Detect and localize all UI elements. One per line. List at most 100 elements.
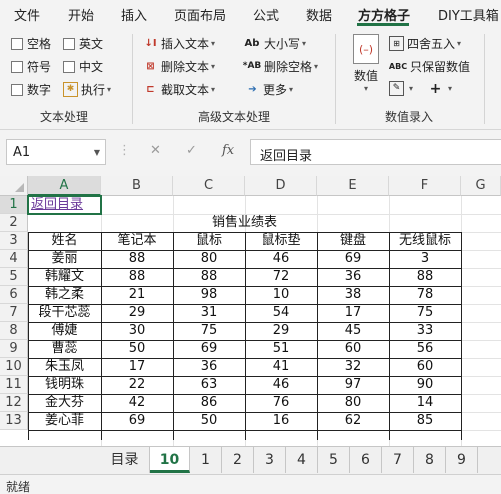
table-cell[interactable]: 21 bbox=[101, 286, 173, 304]
row-header-6[interactable]: 6 bbox=[0, 286, 28, 304]
sheet-tab-10[interactable]: 10 bbox=[150, 447, 190, 473]
table-header-cell[interactable]: 姓名 bbox=[28, 232, 101, 250]
table-cell[interactable]: 51 bbox=[245, 340, 317, 358]
chevron-down-icon[interactable]: ▼ bbox=[94, 148, 100, 157]
tab-page-layout[interactable]: 页面布局 bbox=[174, 5, 226, 24]
table-cell[interactable]: 38 bbox=[317, 286, 389, 304]
table-cell[interactable]: 33 bbox=[389, 322, 461, 340]
table-cell[interactable]: 69 bbox=[101, 412, 173, 430]
keep-values-button[interactable]: ABC 只保留数值 bbox=[389, 58, 470, 75]
table-cell[interactable]: 钱明珠 bbox=[28, 376, 101, 394]
sheet-tab-1[interactable]: 1 bbox=[190, 447, 222, 473]
tab-file[interactable]: 文件 bbox=[14, 5, 40, 24]
delete-text-button[interactable]: ⊠ 删除文本 ▾ bbox=[143, 58, 215, 75]
table-cell[interactable]: 29 bbox=[245, 322, 317, 340]
table-cell[interactable]: 3 bbox=[389, 250, 461, 268]
sheet-tab-8[interactable]: 8 bbox=[414, 447, 446, 473]
sheet-tab-2[interactable]: 2 bbox=[222, 447, 254, 473]
insert-function-icon[interactable]: fx bbox=[222, 143, 234, 158]
round-button[interactable]: ⊞ 四舍五入 ▾ bbox=[389, 35, 461, 52]
table-cell[interactable]: 50 bbox=[173, 412, 245, 430]
table-cell[interactable]: 17 bbox=[317, 304, 389, 322]
table-cell[interactable]: 41 bbox=[245, 358, 317, 376]
table-cell[interactable]: 段干芯蕊 bbox=[28, 304, 101, 322]
table-header-cell[interactable]: 无线鼠标 bbox=[389, 232, 461, 250]
table-header-cell[interactable]: 键盘 bbox=[317, 232, 389, 250]
table-cell[interactable]: 29 bbox=[101, 304, 173, 322]
table-cell[interactable]: 60 bbox=[389, 358, 461, 376]
enter-icon[interactable]: ✓ bbox=[186, 143, 197, 158]
checkbox-number[interactable]: 数字 bbox=[11, 81, 51, 98]
table-cell[interactable]: 86 bbox=[173, 394, 245, 412]
table-cell[interactable]: 30 bbox=[101, 322, 173, 340]
table-cell[interactable]: 54 bbox=[245, 304, 317, 322]
case-button[interactable]: Ab 大小写 ▾ bbox=[243, 35, 306, 52]
table-cell[interactable]: 45 bbox=[317, 322, 389, 340]
checkbox-english[interactable]: 英文 bbox=[63, 35, 103, 52]
name-box[interactable]: A1 ▼ bbox=[6, 139, 106, 165]
table-cell[interactable]: 69 bbox=[317, 250, 389, 268]
row-header-12[interactable]: 12 bbox=[0, 394, 28, 412]
table-cell[interactable]: 32 bbox=[317, 358, 389, 376]
row-header-2[interactable]: 2 bbox=[0, 214, 28, 232]
spreadsheet-grid[interactable]: A B C D E F G 1 2 3 4 5 6 7 8 9 10 11 12 13 返回目录 销售业绩表 姓名 笔记本 鼠标… bbox=[0, 176, 501, 446]
column-header-d[interactable]: D bbox=[245, 176, 317, 196]
formula-input[interactable]: 返回目录 bbox=[250, 139, 501, 165]
execute-button[interactable]: ✱ 执行 ▾ bbox=[63, 81, 111, 98]
checkbox-space[interactable]: 空格 bbox=[11, 35, 51, 52]
table-cell[interactable]: 72 bbox=[245, 268, 317, 286]
table-cell[interactable]: 31 bbox=[173, 304, 245, 322]
sheet-tab-6[interactable]: 6 bbox=[350, 447, 382, 473]
table-cell[interactable]: 88 bbox=[101, 250, 173, 268]
table-cell[interactable]: 韩之柔 bbox=[28, 286, 101, 304]
checkbox-chinese[interactable]: 中文 bbox=[63, 58, 103, 75]
table-cell[interactable]: 80 bbox=[317, 394, 389, 412]
row-header-9[interactable]: 9 bbox=[0, 340, 28, 358]
tab-home[interactable]: 开始 bbox=[68, 5, 94, 24]
sheet-tab-7[interactable]: 7 bbox=[382, 447, 414, 473]
table-cell[interactable]: 80 bbox=[173, 250, 245, 268]
remove-space-button[interactable]: *AB 删除空格 ▾ bbox=[243, 58, 318, 75]
table-cell[interactable]: 62 bbox=[317, 412, 389, 430]
row-header-8[interactable]: 8 bbox=[0, 322, 28, 340]
table-cell[interactable]: 金大芬 bbox=[28, 394, 101, 412]
table-cell[interactable]: 36 bbox=[173, 358, 245, 376]
table-cell[interactable]: 36 bbox=[317, 268, 389, 286]
row-header-1[interactable]: 1 bbox=[0, 196, 28, 214]
table-cell[interactable]: 69 bbox=[173, 340, 245, 358]
insert-text-button[interactable]: ↓I 插入文本 ▾ bbox=[143, 35, 215, 52]
table-cell[interactable]: 76 bbox=[245, 394, 317, 412]
more-button[interactable]: ➔ 更多 ▾ bbox=[245, 81, 293, 98]
row-header-4[interactable]: 4 bbox=[0, 250, 28, 268]
table-cell[interactable]: 85 bbox=[389, 412, 461, 430]
row-header-13[interactable]: 13 bbox=[0, 412, 28, 430]
tab-fangfang-gezi[interactable]: 方方格子 bbox=[358, 5, 410, 24]
table-cell[interactable]: 46 bbox=[245, 250, 317, 268]
add-button[interactable]: + ▾ bbox=[428, 81, 452, 96]
table-cell[interactable]: 14 bbox=[389, 394, 461, 412]
table-cell[interactable]: 10 bbox=[245, 286, 317, 304]
numeric-button[interactable]: (–) 数值 ▾ bbox=[348, 34, 384, 93]
table-cell[interactable]: 60 bbox=[317, 340, 389, 358]
table-cell[interactable]: 98 bbox=[173, 286, 245, 304]
row-header-3[interactable]: 3 bbox=[0, 232, 28, 250]
table-cell[interactable]: 韩耀文 bbox=[28, 268, 101, 286]
table-cell[interactable]: 22 bbox=[101, 376, 173, 394]
table-cell[interactable]: 傅婕 bbox=[28, 322, 101, 340]
table-header-cell[interactable]: 笔记本 bbox=[101, 232, 173, 250]
table-cell[interactable]: 17 bbox=[101, 358, 173, 376]
sheet-tab-目录[interactable]: 目录 bbox=[100, 447, 150, 473]
tab-data[interactable]: 数据 bbox=[306, 5, 332, 24]
row-header-7[interactable]: 7 bbox=[0, 304, 28, 322]
table-cell[interactable]: 78 bbox=[389, 286, 461, 304]
column-header-c[interactable]: C bbox=[173, 176, 245, 196]
extract-text-button[interactable]: ⊏ 截取文本 ▾ bbox=[143, 81, 215, 98]
table-cell[interactable]: 75 bbox=[389, 304, 461, 322]
table-cell[interactable]: 97 bbox=[317, 376, 389, 394]
tab-insert[interactable]: 插入 bbox=[121, 5, 147, 24]
table-cell[interactable]: 56 bbox=[389, 340, 461, 358]
tab-diy-toolbox[interactable]: DIY工具箱 bbox=[438, 5, 499, 24]
column-header-b[interactable]: B bbox=[101, 176, 173, 196]
table-header-cell[interactable]: 鼠标 bbox=[173, 232, 245, 250]
table-cell[interactable]: 16 bbox=[245, 412, 317, 430]
